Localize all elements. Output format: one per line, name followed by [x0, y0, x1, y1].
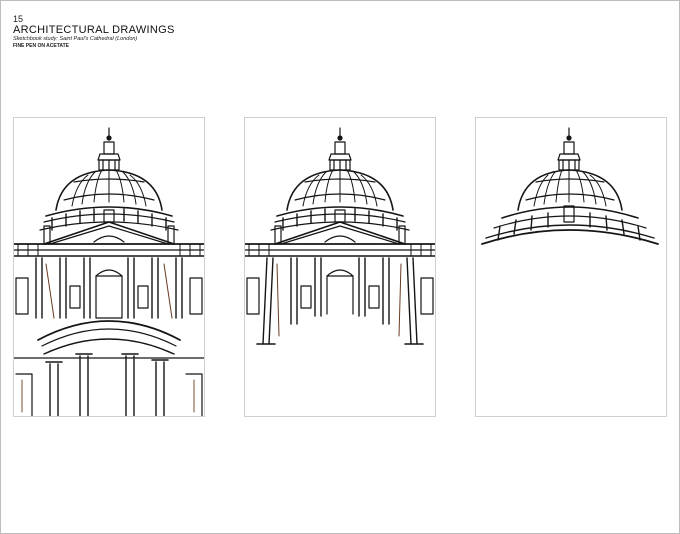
drawing-panel-dome: [475, 117, 667, 417]
cathedral-drawing-partial: [245, 127, 435, 345]
page-header: 15 ARCHITECTURAL DRAWINGS Sketchbook stu…: [13, 14, 175, 50]
medium-caption: FINE PEN ON ACETATE: [13, 43, 70, 49]
page-subtitle: Sketchbook study: Saint Paul's Cathedral…: [13, 36, 138, 42]
drawing-panel-full: [13, 117, 205, 417]
cathedral-drawing-dome: [481, 127, 659, 245]
page-title: ARCHITECTURAL DRAWINGS: [13, 24, 175, 36]
page-number: 15: [13, 14, 24, 24]
cathedral-drawing-full: [14, 127, 204, 416]
drawing-panel-partial: [244, 117, 436, 417]
